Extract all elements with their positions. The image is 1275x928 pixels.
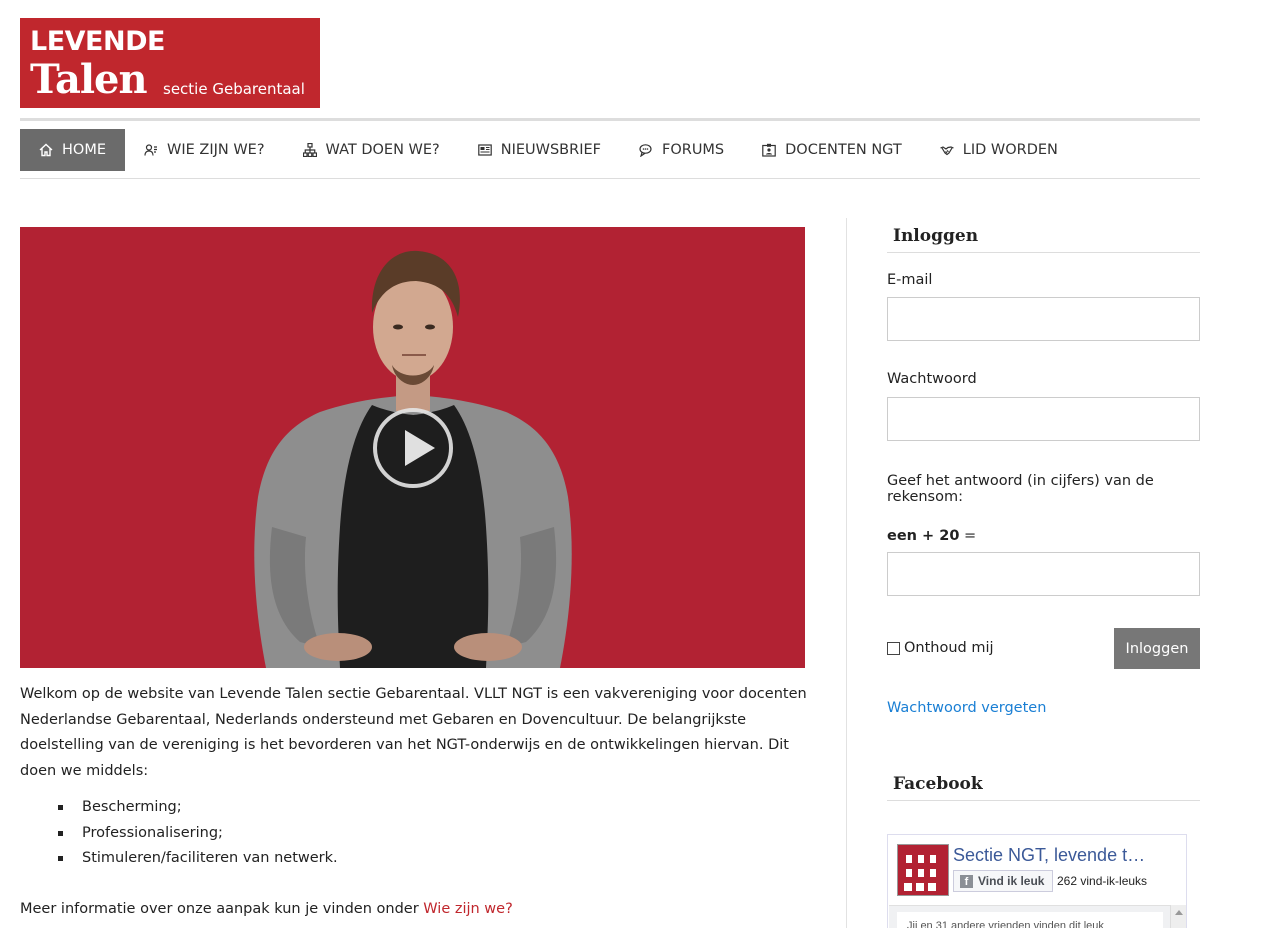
nav-bottom-divider xyxy=(20,178,1200,179)
list-item: Professionalisering; xyxy=(58,821,338,847)
password-label: Wachtwoord xyxy=(887,371,977,387)
facebook-widget-title: Facebook xyxy=(887,774,1200,801)
chat-icon xyxy=(639,143,653,157)
nav-item-lid-worden[interactable]: LID WORDEN xyxy=(921,129,1077,171)
more-info-text: Meer informatie over onze aanpak kun je … xyxy=(20,897,513,922)
column-divider xyxy=(846,218,847,928)
email-label: E-mail xyxy=(887,272,933,288)
main-nav: HOME WIE ZIJN WE? WAT DOEN WE? NIEUWSBRI… xyxy=(20,129,1200,171)
nav-item-home[interactable]: HOME xyxy=(20,129,125,171)
nav-label: HOME xyxy=(62,142,106,158)
facebook-friends-text: Jij en 31 andere vrienden vinden dit leu… xyxy=(897,912,1163,928)
nav-label: WAT DOEN WE? xyxy=(325,142,440,158)
remember-me-checkbox[interactable] xyxy=(887,641,900,655)
list-item: Bescherming; xyxy=(58,795,338,821)
password-field[interactable] xyxy=(887,397,1200,441)
facebook-page-name[interactable]: Sectie NGT, levende t… xyxy=(953,845,1145,866)
id-card-icon xyxy=(762,143,776,157)
forgot-password-link[interactable]: Wachtwoord vergeten xyxy=(887,700,1046,716)
login-button[interactable]: Inloggen xyxy=(1114,628,1200,669)
wie-zijn-we-link[interactable]: Wie zijn we? xyxy=(423,901,513,917)
facebook-page-avatar[interactable] xyxy=(897,844,949,896)
handshake-icon xyxy=(940,143,954,157)
nav-top-divider xyxy=(20,118,1200,121)
nav-label: DOCENTEN NGT xyxy=(785,142,902,158)
captcha-expression: een + 20 = xyxy=(887,528,976,544)
logo-line-2: Talen xyxy=(30,56,148,103)
goals-list: Bescherming; Professionalisering; Stimul… xyxy=(58,795,338,872)
scroll-up-icon[interactable] xyxy=(1170,905,1186,928)
remember-me-label: Onthoud mij xyxy=(904,640,994,656)
captcha-question: Geef het antwoord (in cijfers) van de re… xyxy=(887,473,1154,505)
logo-subtitle: sectie Gebarentaal xyxy=(163,80,305,98)
email-field[interactable] xyxy=(887,297,1200,341)
nav-item-nieuwsbrief[interactable]: NIEUWSBRIEF xyxy=(459,129,620,171)
intro-video[interactable] xyxy=(20,227,805,668)
facebook-like-count: 262 vind-ik-leuks xyxy=(1057,874,1148,888)
logo-line-1: LEVENDE xyxy=(30,26,165,57)
facebook-like-button[interactable]: Vind ik leuk xyxy=(953,870,1054,892)
captcha-equals: = xyxy=(959,528,977,544)
nav-item-docenten-ngt[interactable]: DOCENTEN NGT xyxy=(743,129,921,171)
remember-me[interactable]: Onthoud mij xyxy=(887,640,994,656)
nav-item-wie-zijn-we[interactable]: WIE ZIJN WE? xyxy=(125,129,284,171)
people-icon xyxy=(144,143,158,157)
list-item: Stimuleren/faciliteren van netwerk. xyxy=(58,846,338,872)
nav-label: LID WORDEN xyxy=(962,142,1058,158)
intro-paragraph: Welkom op de website van Levende Talen s… xyxy=(20,686,807,779)
hands-logo-icon xyxy=(904,855,936,891)
more-info-prefix: Meer informatie over onze aanpak kun je … xyxy=(20,901,424,917)
nav-label: NIEUWSBRIEF xyxy=(500,142,601,158)
nav-label: WIE ZIJN WE? xyxy=(167,142,265,158)
nav-item-wat-doen-we[interactable]: WAT DOEN WE? xyxy=(284,129,459,171)
nav-label: FORUMS xyxy=(661,142,725,158)
sitemap-icon xyxy=(302,143,317,157)
home-icon xyxy=(39,143,53,157)
play-icon[interactable] xyxy=(373,408,453,488)
login-widget-title: Inloggen xyxy=(887,226,1200,253)
facebook-friends-box: Jij en 31 andere vrienden vinden dit leu… xyxy=(889,905,1177,928)
captcha-sum: een + 20 xyxy=(887,528,960,544)
captcha-answer-field[interactable] xyxy=(887,552,1200,596)
facebook-page-plugin: Sectie NGT, levende t… Vind ik leuk 262 … xyxy=(887,834,1187,928)
site-logo[interactable]: LEVENDE Talen sectie Gebarentaal xyxy=(20,18,320,108)
newspaper-icon xyxy=(477,143,492,157)
nav-item-forums[interactable]: FORUMS xyxy=(620,129,743,171)
